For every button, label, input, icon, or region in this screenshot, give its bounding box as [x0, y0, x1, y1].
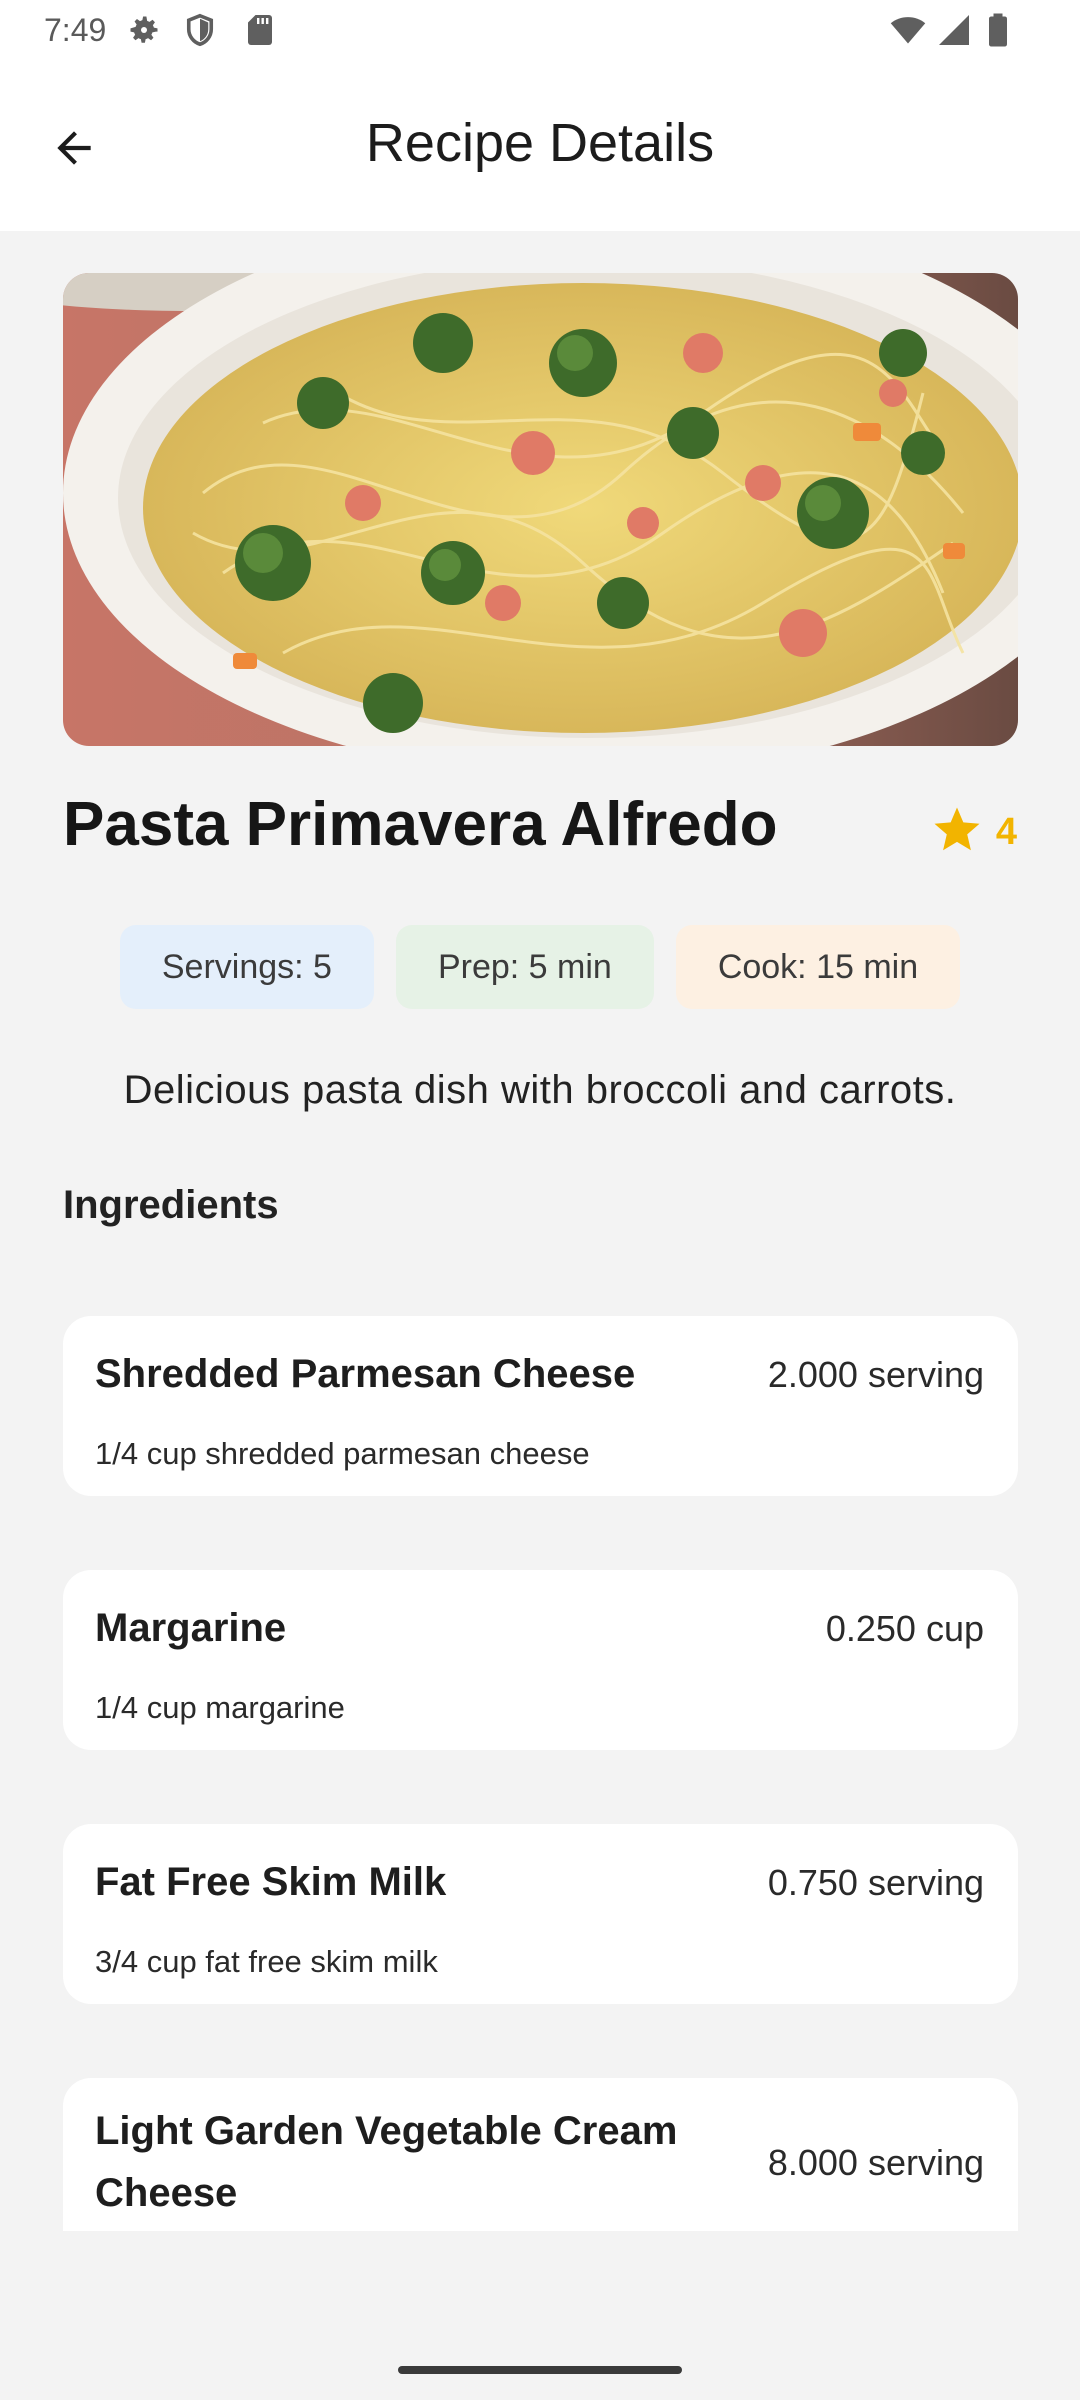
recipe-info-chips: Servings: 5 Prep: 5 min Cook: 15 min [0, 925, 1080, 1009]
ingredient-amount: 0.250 cup [825, 1608, 984, 1649]
rating-value: 4 [995, 811, 1017, 853]
recipe-title: Pasta Primavera Alfredo [63, 790, 778, 859]
ingredient-name: Margarine [95, 1606, 287, 1650]
signal-icon [936, 12, 972, 48]
ingredient-card[interactable]: Margarine 0.250 cup 1/4 cup margarine [63, 1570, 1018, 1750]
recipe-description: Delicious pasta dish with broccoli and c… [123, 1068, 957, 1112]
status-time: 7:49 [44, 12, 107, 48]
ingredient-amount: 2.000 serving [767, 1354, 984, 1395]
ingredient-amount: 8.000 serving [767, 2142, 984, 2183]
star-icon [930, 803, 984, 862]
ingredient-name: Shredded Parmesan Cheese [95, 1352, 636, 1396]
ingredient-name: Light Garden Vegetable Cream Cheese [95, 2109, 678, 2215]
ingredient-amount: 0.750 serving [767, 1862, 984, 1903]
status-bar: 7:49 [0, 0, 1080, 62]
servings-chip: Servings: 5 [119, 925, 374, 1009]
sd-card-icon [242, 12, 278, 48]
page-title: Recipe Details [365, 113, 715, 173]
wifi-icon [890, 12, 926, 48]
home-indicator[interactable] [398, 2366, 682, 2374]
prep-time-chip: Prep: 5 min [395, 925, 654, 1009]
ingredients-heading: Ingredients [63, 1183, 279, 1227]
recipe-image [63, 273, 1018, 746]
shield-icon [182, 12, 218, 48]
gear-icon [126, 12, 162, 48]
battery-icon [980, 12, 1016, 48]
rating: 4 [930, 803, 1017, 862]
ingredient-card[interactable]: Fat Free Skim Milk 0.750 serving 3/4 cup… [63, 1824, 1018, 2004]
cook-time-chip: Cook: 15 min [675, 925, 961, 1009]
ingredient-name: Fat Free Skim Milk [95, 1860, 447, 1904]
ingredient-card[interactable]: Shredded Parmesan Cheese 2.000 serving 1… [63, 1316, 1018, 1496]
ingredient-description: 1/4 cup shredded parmesan cheese [95, 1436, 590, 1471]
recipe-content[interactable]: Pasta Primavera Alfredo 4 Servings: 5 Pr… [0, 231, 1080, 2231]
ingredient-description: 1/4 cup margarine [95, 1690, 345, 1725]
ingredient-card[interactable]: Light Garden Vegetable Cream Cheese 8.00… [63, 2078, 1018, 2231]
ingredient-description: 3/4 cup fat free skim milk [95, 1944, 438, 1979]
app-bar: Recipe Details [0, 62, 1080, 231]
